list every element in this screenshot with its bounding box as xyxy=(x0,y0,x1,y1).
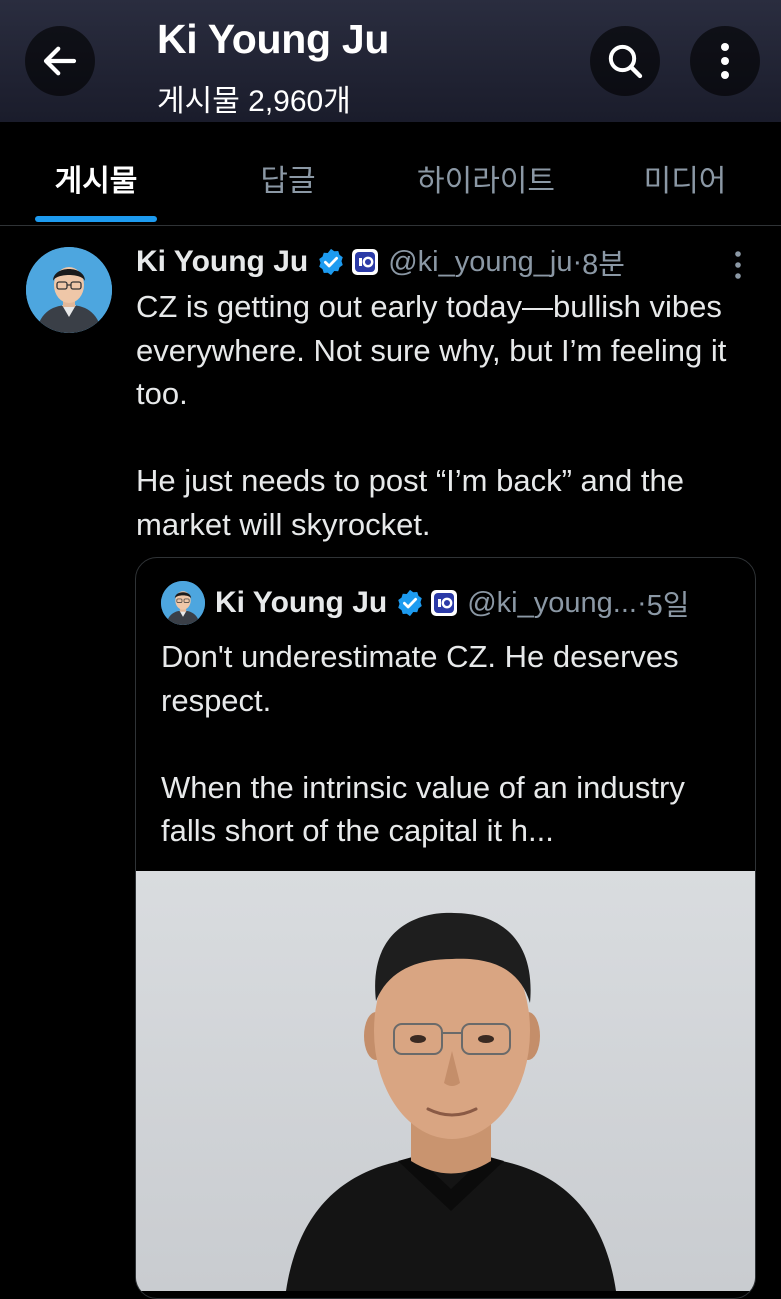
post-body: CZ is getting out early today—bullish vi… xyxy=(136,285,766,546)
quote-author-row: Ki Young Ju @ki_young... · 5일 xyxy=(215,583,689,623)
avatar[interactable] xyxy=(26,247,112,333)
post-count: 게시물 2,960개 xyxy=(157,85,351,118)
header-title: Ki Young Ju xyxy=(157,16,390,62)
quote-media-photo[interactable] xyxy=(136,871,755,1291)
quote-avatar xyxy=(161,581,205,625)
quoted-post[interactable]: Ki Young Ju @ki_young... · 5일 Don't unde… xyxy=(135,557,756,1299)
quote-text-paragraph: When the intrinsic value of an industry … xyxy=(161,769,685,849)
post-time[interactable]: 8분 xyxy=(582,241,625,283)
verified-badge-icon xyxy=(319,248,343,276)
quote-text-paragraph: Don't underestimate CZ. He deserves resp… xyxy=(161,639,679,718)
verified-badge-icon xyxy=(398,589,422,617)
more-options-button[interactable] xyxy=(690,26,760,96)
active-tab-indicator xyxy=(35,216,157,222)
profile-header: Ki Young Ju 게시물 2,960개 xyxy=(0,0,781,122)
tab-posts[interactable]: 게시물 xyxy=(55,156,138,200)
author-handle[interactable]: @ki_young_ju xyxy=(388,246,572,279)
profile-tabs: 게시물 답글 하이라이트 미디어 xyxy=(0,122,781,226)
more-vertical-icon xyxy=(721,43,729,79)
post-text-paragraph: CZ is getting out early today—bullish vi… xyxy=(136,289,727,411)
quote-time: 5일 xyxy=(646,590,690,622)
more-vertical-icon xyxy=(735,251,741,279)
tab-highlights[interactable]: 하이라이트 xyxy=(417,156,555,200)
cryptoquant-logo-icon xyxy=(431,590,458,616)
quote-author-name: Ki Young Ju xyxy=(215,586,388,619)
author-name[interactable]: Ki Young Ju xyxy=(136,245,308,279)
post-text-paragraph: He just needs to post “I’m back” and the… xyxy=(136,463,684,542)
search-button[interactable] xyxy=(590,26,660,96)
post-author-row: Ki Young Ju @ki_young_ju · 8분 xyxy=(136,242,625,282)
back-button[interactable] xyxy=(25,26,95,96)
quote-author-handle: @ki_young... xyxy=(467,586,637,619)
arrow-left-icon xyxy=(43,46,77,76)
post-more-button[interactable] xyxy=(727,248,749,282)
quote-body: Don't underestimate CZ. He deserves resp… xyxy=(161,635,741,853)
tab-replies[interactable]: 답글 xyxy=(260,156,315,200)
time-separator: · xyxy=(636,586,647,619)
search-icon xyxy=(608,44,643,79)
cryptoquant-logo-icon xyxy=(352,249,379,275)
tab-media[interactable]: 미디어 xyxy=(644,156,727,200)
time-separator: · xyxy=(572,245,583,278)
